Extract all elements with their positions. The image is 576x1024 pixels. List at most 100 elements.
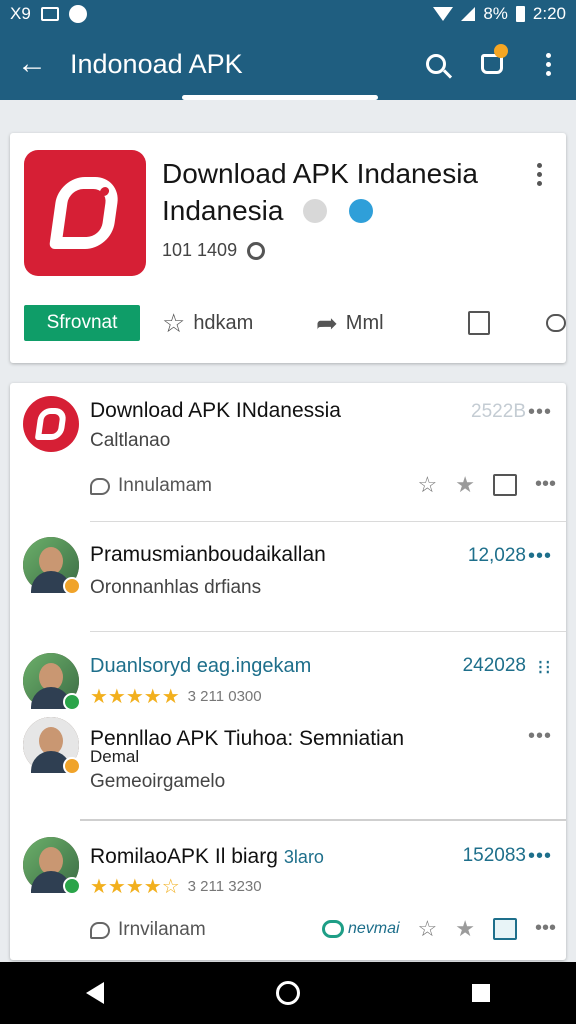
list-item-more-button[interactable]: ⁝⁝ [537, 655, 552, 680]
badge-icon [63, 877, 81, 895]
app-logo-icon [24, 150, 146, 276]
clock: 2:20 [532, 4, 566, 23]
list-item-subtitle: Oronnanhlas drfians [90, 577, 262, 598]
more-horiz-icon[interactable]: ••• [535, 917, 556, 940]
list-item-more-button[interactable]: ••• [528, 545, 552, 568]
share-button[interactable]: ➦ Mml [316, 305, 384, 341]
chat-icon [546, 314, 566, 332]
rating-count: 3 211 3230 [187, 878, 262, 895]
star-outline-icon[interactable]: ☆ [418, 473, 438, 496]
arrow-left-icon: ← [17, 47, 47, 80]
list-item[interactable]: Download APK INdanessia Caltlanao 2522B … [10, 383, 566, 523]
avatar [23, 653, 81, 711]
app-meta-text: 101 1409 [162, 240, 238, 260]
system-nav-bar [0, 962, 576, 1024]
divider [90, 521, 566, 522]
list-item-more-button[interactable]: ••• [528, 401, 552, 424]
list-item-value: 12,028 [467, 545, 526, 566]
star-filled-icon[interactable]: ★ [455, 917, 475, 940]
battery-percent: 8% [483, 4, 508, 23]
app-logo-icon [23, 396, 79, 452]
search-button[interactable] [408, 28, 464, 100]
status-left-text: X9 [10, 4, 31, 23]
status-dot-icon [303, 199, 328, 223]
list-item-title: Pramusmianboudaikallan [90, 543, 326, 566]
back-button[interactable]: ← [0, 28, 64, 100]
list-item[interactable]: Duanlsoryd eag.ingekam ★★★★★ 3 211 0300 … [10, 633, 566, 711]
star-outline-icon: ☆ [162, 308, 186, 338]
refresh-icon [321, 919, 344, 938]
page-title: Indonoad APK [70, 48, 243, 79]
comment-button[interactable]: Irnvilanam [90, 919, 206, 941]
chat-button[interactable] [546, 305, 566, 341]
list-item-subtitle: Gemeoirgamelo [90, 771, 226, 792]
app-more-button[interactable] [537, 163, 542, 186]
list-item-title-suffix: 3laro [283, 847, 324, 867]
app-title-line1: Download APK Indanesia [162, 158, 478, 189]
share-icon: ➦ [316, 308, 338, 338]
notification-icon [68, 5, 87, 23]
star-filled-icon[interactable]: ★ [455, 473, 475, 496]
wishlist-button[interactable]: ☆ hdkam [162, 305, 253, 341]
search-icon [426, 54, 446, 74]
mail-icon [40, 7, 59, 21]
list-item-title: Duanlsoryd eag.ingekam [90, 655, 312, 677]
rating: ★★★★☆ 3 211 3230 [90, 874, 262, 899]
avatar [23, 537, 81, 595]
app-list: Download APK INdanessia Caltlanao 2522B … [10, 383, 566, 960]
app-details-card: Download APK Indanesia Indanesia 101 140… [10, 133, 566, 363]
app-meta: 101 1409 [162, 240, 266, 261]
avatar [23, 837, 81, 895]
list-item-title-extra: Demal [90, 747, 140, 766]
install-button[interactable]: Sfrovnat [24, 305, 140, 341]
verified-badge-icon [349, 199, 373, 223]
list-item[interactable]: RomilaoAPK Il biarg 3laro ★★★★☆ 3 211 323… [10, 823, 566, 960]
list-item-subtitle: Caltlanao [90, 430, 171, 451]
list-item-more-button[interactable]: ••• [528, 725, 552, 748]
list-item[interactable]: Pennllao APK Tiuhoa: Semniatian Demal Ge… [10, 705, 566, 815]
nav-recents-icon[interactable] [472, 984, 490, 1002]
wishlist-label: hdkam [193, 311, 254, 334]
pill-label: nevmai [347, 919, 400, 937]
overflow-menu-button[interactable] [520, 28, 576, 100]
pill-link[interactable]: nevmai [321, 919, 400, 938]
globe-icon [247, 241, 266, 260]
share-label: Mml [345, 311, 384, 334]
list-item[interactable]: Pramusmianboudaikallan Oronnanhlas drfia… [10, 523, 566, 633]
badge-icon [63, 757, 81, 775]
star-outline-icon[interactable]: ☆ [418, 917, 438, 940]
comment-label: Innulamam [118, 475, 212, 496]
bookmark-icon[interactable] [492, 473, 517, 496]
app-title-line2: Indanesia [162, 195, 284, 226]
comment-button[interactable]: Innulamam [90, 475, 212, 497]
list-item-value: 242028 [462, 655, 526, 676]
rating-stars: ★★★★☆ [90, 876, 180, 898]
nav-home-icon[interactable] [276, 981, 300, 1005]
list-item-title: RomilaoAPK Il biarg 3laro [90, 845, 324, 869]
nav-back-icon[interactable] [86, 982, 104, 1004]
app-title: Download APK Indanesia Indanesia [162, 155, 522, 229]
app-bar: ← Indonoad APK [0, 28, 576, 100]
comment-icon [90, 477, 110, 495]
bookmark-button[interactable] [468, 305, 490, 341]
badge-icon [63, 577, 81, 595]
bookmark-icon[interactable] [492, 917, 517, 940]
signal-icon [461, 7, 476, 21]
list-item-more-button[interactable]: ••• [528, 845, 552, 868]
list-item-value: 152083 [462, 845, 526, 866]
status-bar: X9 8% 2:20 [0, 0, 576, 28]
divider [90, 631, 566, 632]
comment-icon [90, 921, 110, 939]
comment-label: Irnvilanam [118, 919, 206, 940]
avatar [23, 717, 81, 775]
cart-badge [494, 44, 508, 58]
tab-indicator [182, 95, 378, 100]
wifi-icon [433, 7, 454, 21]
list-item-title-text: RomilaoAPK Il biarg [90, 845, 278, 868]
battery-icon [515, 6, 525, 22]
more-horiz-icon[interactable]: ••• [535, 473, 556, 496]
more-vert-icon [545, 52, 551, 76]
divider [80, 819, 566, 821]
list-item-title: Download APK INdanessia [90, 399, 341, 422]
cart-button[interactable] [464, 28, 520, 100]
